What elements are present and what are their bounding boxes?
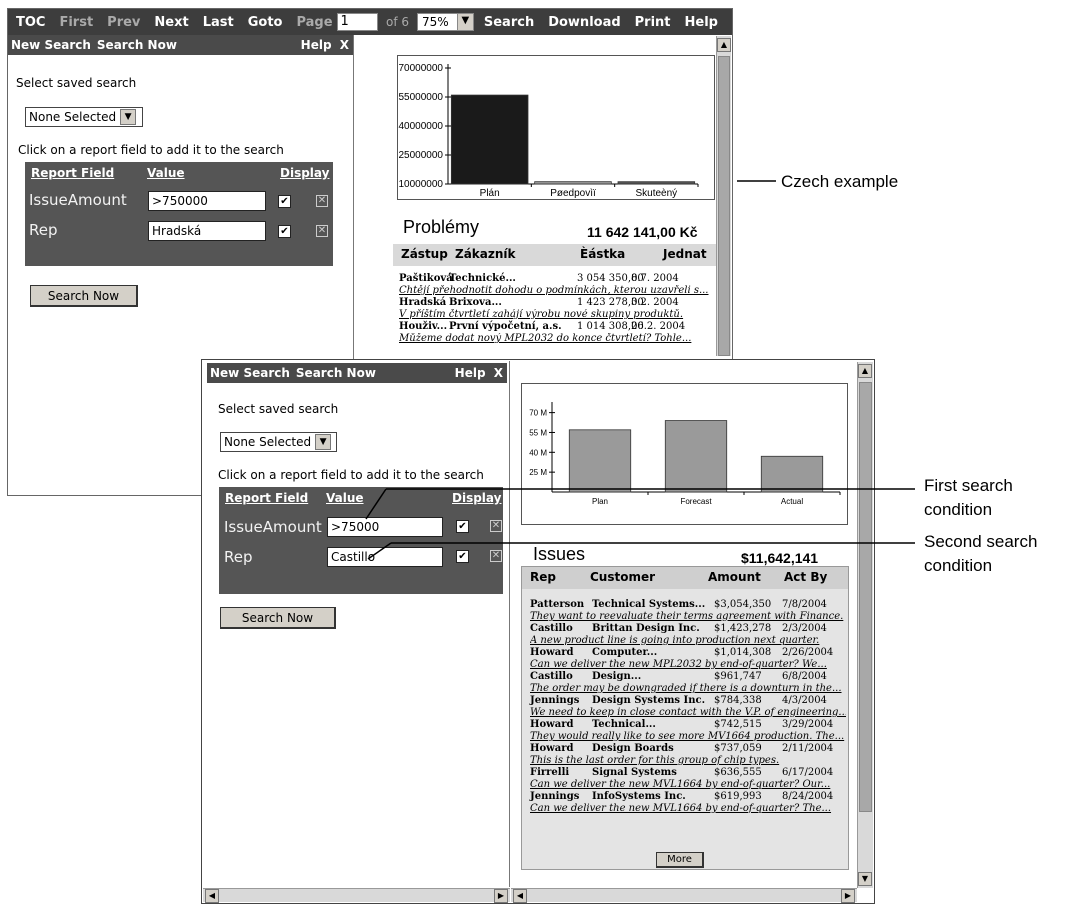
czech-example-callout: Czech example <box>781 172 899 191</box>
first-condition-callout-line2: condition <box>924 500 993 519</box>
first-condition-callout-line1: First search <box>924 476 1013 495</box>
second-condition-callout-line1: Second search <box>924 532 1038 551</box>
second-condition-callout-line2: condition <box>924 556 993 575</box>
callout-lines <box>365 180 915 560</box>
